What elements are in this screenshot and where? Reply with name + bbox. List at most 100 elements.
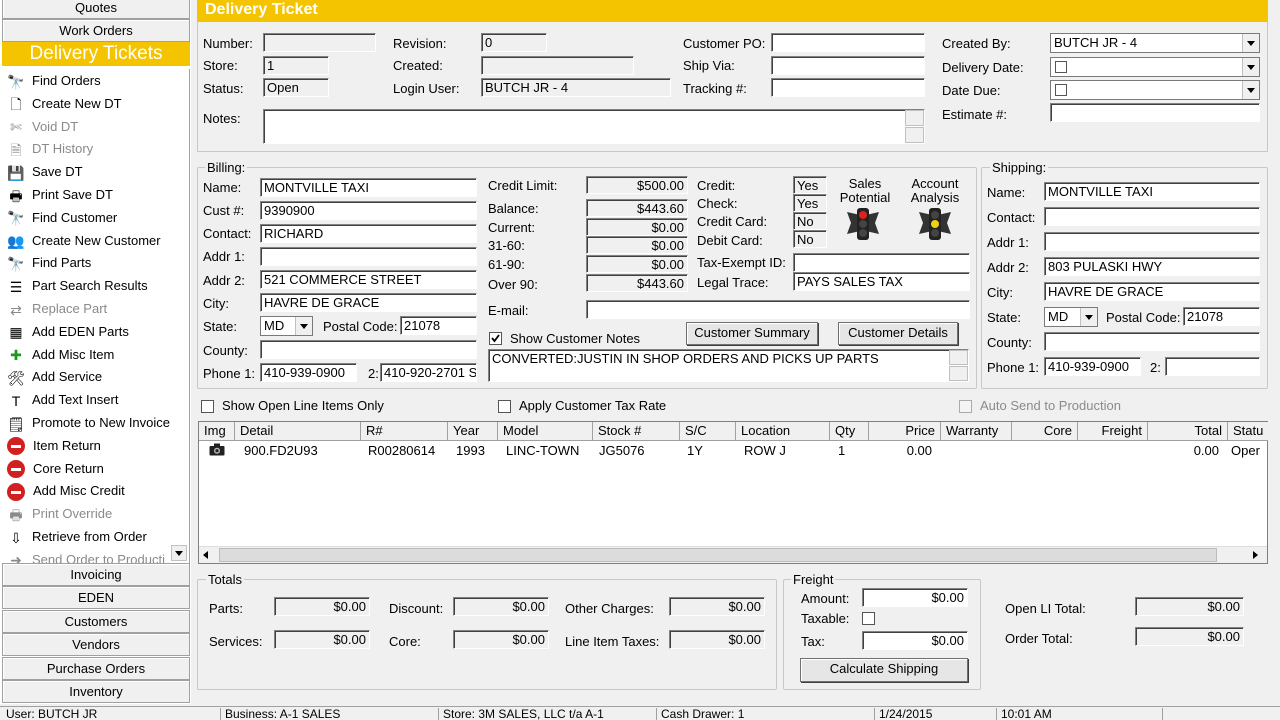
sidebar-item-save-dt[interactable]: 💾 Save DT bbox=[6, 161, 82, 183]
sidebar-item-find-customer[interactable]: 🔭 Find Customer bbox=[6, 207, 117, 229]
sidebar-item-replace-part[interactable]: ⇄ Replace Part bbox=[6, 298, 107, 320]
sidebar-item-add-misc-credit[interactable]: Add Misc Credit bbox=[6, 480, 125, 502]
customer-details-button[interactable]: Customer Details bbox=[838, 322, 958, 345]
shipping-phone2-input[interactable] bbox=[1165, 357, 1260, 376]
customer-summary-button[interactable]: Customer Summary bbox=[686, 322, 818, 345]
customer-po-input[interactable] bbox=[771, 33, 925, 52]
shipping-city-input[interactable]: HAVRE DE GRACE bbox=[1044, 282, 1260, 301]
nav-tab-eden[interactable]: EDEN bbox=[2, 586, 190, 609]
chevron-down-icon[interactable] bbox=[295, 317, 312, 335]
camera-icon[interactable] bbox=[204, 443, 225, 461]
sidebar-item-create-new-customer[interactable]: 👥 Create New Customer bbox=[6, 230, 160, 252]
tracking-input[interactable] bbox=[771, 78, 925, 97]
freight-tax-input[interactable]: $0.00 bbox=[862, 631, 968, 650]
sidebar-item-add-service[interactable]: 🛠 Add Service bbox=[6, 366, 102, 388]
notes-textarea[interactable] bbox=[263, 109, 925, 144]
sidebar-item-core-return[interactable]: Core Return bbox=[6, 458, 104, 480]
col-header-location[interactable]: Location bbox=[736, 422, 830, 441]
freight-taxable-checkbox[interactable] bbox=[862, 612, 875, 625]
sidebar-item-dt-history[interactable]: 🗎 DT History bbox=[6, 138, 93, 160]
estimate-input[interactable] bbox=[1050, 103, 1260, 122]
auto-send-production-checkbox[interactable] bbox=[959, 400, 972, 413]
delivery-date-checkbox[interactable] bbox=[1055, 61, 1067, 73]
created-by-select[interactable]: BUTCH JR - 4 bbox=[1050, 33, 1260, 53]
sidebar-item-item-return[interactable]: Item Return bbox=[6, 435, 101, 457]
chevron-down-icon[interactable] bbox=[1242, 58, 1259, 76]
sidebar-item-promote-to-new-invoice[interactable]: 🗒 Promote to New Invoice bbox=[6, 412, 170, 434]
billing-county-input[interactable] bbox=[260, 340, 477, 359]
nav-tab-invoicing[interactable]: Invoicing bbox=[2, 563, 190, 586]
notes-scroll-down-icon[interactable] bbox=[905, 127, 924, 143]
sidebar-item-add-text-insert[interactable]: T Add Text Insert bbox=[6, 389, 119, 411]
nav-active-delivery-tickets[interactable]: Delivery Tickets bbox=[2, 42, 190, 66]
billing-phone2-input[interactable]: 410-920-2701 S bbox=[380, 363, 477, 382]
grid-scroll-thumb[interactable] bbox=[219, 548, 1217, 562]
sidebar-item-add-misc-item[interactable]: ✚ Add Misc Item bbox=[6, 344, 114, 366]
grid-horizontal-scrollbar[interactable] bbox=[199, 546, 1267, 563]
col-header-warranty[interactable]: Warranty bbox=[941, 422, 1012, 441]
shipping-postal-input[interactable]: 21078 bbox=[1183, 307, 1260, 326]
sidebar-item-print-override[interactable]: 🖶 Print Override bbox=[6, 503, 112, 525]
line-items-grid[interactable]: Img Detail R# Year Model Stock # S/C Loc… bbox=[198, 421, 1268, 564]
nav-tab-work-orders[interactable]: Work Orders bbox=[2, 19, 190, 42]
freight-amount-input[interactable]: $0.00 bbox=[862, 588, 968, 607]
billing-postal-input[interactable]: 21078 bbox=[400, 316, 477, 335]
nav-tab-quotes[interactable]: Quotes bbox=[2, 0, 190, 19]
billing-addr2-input[interactable]: 521 COMMERCE STREET bbox=[260, 270, 477, 289]
sidebar-item-create-new-dt[interactable]: 🗋 Create New DT bbox=[6, 93, 121, 115]
legal-trace-input[interactable]: PAYS SALES TAX bbox=[793, 272, 970, 291]
col-header-img[interactable]: Img bbox=[199, 422, 235, 441]
col-header-stock[interactable]: Stock # bbox=[593, 422, 680, 441]
shipping-state-select[interactable]: MD bbox=[1044, 307, 1098, 327]
show-customer-notes-checkbox[interactable] bbox=[489, 332, 502, 345]
billing-city-input[interactable]: HAVRE DE GRACE bbox=[260, 293, 477, 312]
sidebar-item-send-order-to-producti[interactable]: ➜ Send Order to Producti bbox=[6, 549, 165, 563]
billing-cust-input[interactable]: 9390900 bbox=[260, 201, 477, 220]
delivery-date-picker[interactable] bbox=[1050, 57, 1260, 77]
billing-name-input[interactable]: MONTVILLE TAXI bbox=[260, 178, 477, 197]
chevron-down-icon[interactable] bbox=[1080, 308, 1097, 326]
col-header-price[interactable]: Price bbox=[869, 422, 941, 441]
shipping-name-input[interactable]: MONTVILLE TAXI bbox=[1044, 182, 1260, 201]
shipping-addr2-input[interactable]: 803 PULASKI HWY bbox=[1044, 257, 1260, 276]
billing-contact-input[interactable]: RICHARD bbox=[260, 224, 477, 243]
ship-via-input[interactable] bbox=[771, 56, 925, 75]
email-input[interactable] bbox=[586, 300, 970, 319]
shipping-contact-input[interactable] bbox=[1044, 207, 1260, 226]
sidebar-item-add-eden-parts[interactable]: ▦ Add EDEN Parts bbox=[6, 321, 128, 343]
chevron-down-icon[interactable] bbox=[1242, 81, 1259, 99]
sidebar-item-void-dt[interactable]: ✄ Void DT bbox=[6, 116, 78, 138]
sidebar-item-part-search-results[interactable]: ☰ Part Search Results bbox=[6, 275, 148, 297]
col-header-total[interactable]: Total bbox=[1148, 422, 1228, 441]
shipping-county-input[interactable] bbox=[1044, 332, 1260, 351]
sidebar-item-find-orders[interactable]: 🔭 Find Orders bbox=[6, 70, 100, 92]
sidebar-item-find-parts[interactable]: 🔭 Find Parts bbox=[6, 252, 91, 274]
sidebar-item-retrieve-from-order[interactable]: ⇩ Retrieve from Order bbox=[6, 526, 147, 548]
col-header-core[interactable]: Core bbox=[1012, 422, 1078, 441]
billing-phone1-input[interactable]: 410-939-0900 bbox=[260, 363, 357, 382]
nav-tab-purchase-orders[interactable]: Purchase Orders bbox=[2, 657, 190, 680]
col-header-model[interactable]: Model bbox=[498, 422, 593, 441]
customer-notes-scroll-up-icon[interactable] bbox=[949, 350, 968, 365]
col-header-qty[interactable]: Qty bbox=[830, 422, 869, 441]
customer-notes-scroll-down-icon[interactable] bbox=[949, 366, 968, 381]
nav-tab-vendors[interactable]: Vendors bbox=[2, 633, 190, 656]
sidebar-scroll-down-icon[interactable] bbox=[171, 545, 187, 561]
nav-tab-inventory[interactable]: Inventory bbox=[2, 680, 190, 703]
col-header-sc[interactable]: S/C bbox=[680, 422, 736, 441]
tax-exempt-input[interactable] bbox=[793, 253, 970, 272]
apply-customer-tax-checkbox[interactable] bbox=[498, 400, 511, 413]
customer-notes-textarea[interactable]: CONVERTED:JUSTIN IN SHOP ORDERS AND PICK… bbox=[488, 349, 969, 382]
date-due-picker[interactable] bbox=[1050, 80, 1260, 100]
notes-scroll-up-icon[interactable] bbox=[905, 110, 924, 126]
col-header-r[interactable]: R# bbox=[361, 422, 448, 441]
col-header-freight[interactable]: Freight bbox=[1078, 422, 1148, 441]
calculate-shipping-button[interactable]: Calculate Shipping bbox=[800, 658, 968, 682]
scroll-left-icon[interactable] bbox=[203, 551, 208, 559]
date-due-checkbox[interactable] bbox=[1055, 84, 1067, 96]
col-header-detail[interactable]: Detail bbox=[235, 422, 361, 441]
billing-state-select[interactable]: MD bbox=[260, 316, 313, 336]
chevron-down-icon[interactable] bbox=[1242, 34, 1259, 52]
shipping-phone1-input[interactable]: 410-939-0900 bbox=[1044, 357, 1141, 376]
nav-tab-customers[interactable]: Customers bbox=[2, 610, 190, 633]
